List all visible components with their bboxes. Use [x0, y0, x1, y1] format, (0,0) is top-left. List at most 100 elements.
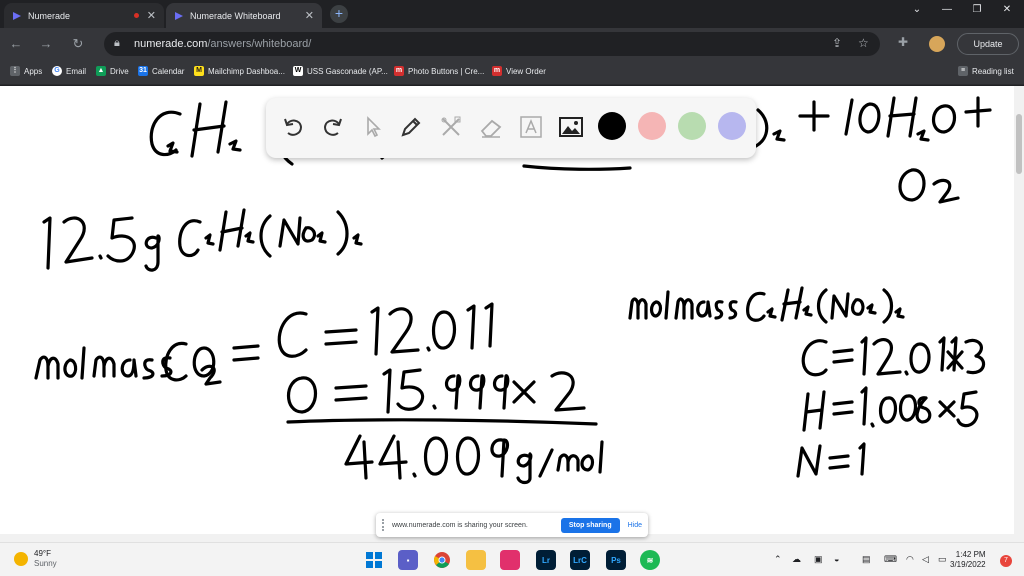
clock-date: 3/19/2022 [950, 560, 986, 569]
avatar[interactable] [929, 36, 945, 52]
bookmark-label: Drive [110, 66, 129, 76]
tab-label: Numerade [28, 10, 71, 21]
photos-icon[interactable] [500, 550, 520, 570]
temperature: 49°F [34, 549, 51, 558]
tab-search-icon[interactable]: ⌄ [902, 0, 932, 20]
select-pointer-icon[interactable] [358, 112, 388, 142]
url-text: numerade.com/answers/whiteboard/ [134, 38, 311, 50]
tray-app-icon[interactable]: ▤ [862, 554, 871, 565]
reading-list-label: Reading list [972, 66, 1014, 76]
drag-handle-icon[interactable] [382, 519, 386, 531]
undo-icon[interactable] [278, 112, 308, 142]
reload-icon[interactable]: ↻ [68, 35, 88, 53]
google-icon: G [52, 66, 62, 76]
bookmark-label: Calendar [152, 66, 185, 76]
color-swatch-green[interactable] [678, 112, 706, 140]
share-icon[interactable]: ⇪ [832, 36, 842, 50]
tab-numerade-whiteboard[interactable]: Numerade Whiteboard ✕ [166, 3, 322, 28]
apps-grid-icon: ⋮ [10, 66, 20, 76]
sharing-message: www.numerade.com is sharing your screen. [392, 521, 528, 529]
bookmark-email[interactable]: G Email [52, 66, 86, 76]
mailchimp-icon: M [194, 66, 204, 76]
m-icon: m [394, 66, 404, 76]
new-tab-button[interactable]: + [330, 5, 348, 23]
reading-list[interactable]: ≡ Reading list [958, 66, 1014, 76]
tab-label: Numerade Whiteboard [190, 10, 281, 21]
url-path: /answers/whiteboard/ [207, 38, 312, 50]
url-host: numerade.com [134, 38, 208, 50]
bookmark-label: Mailchimp Dashboa... [208, 66, 285, 76]
tray-app-icon[interactable]: ◒ [834, 554, 839, 564]
browser-toolbar: ← → ↻ 🔒︎ numerade.com/answers/whiteboard… [0, 28, 1024, 60]
extensions-puzzle-icon[interactable]: ✚ [898, 35, 908, 49]
bookmark-view-order[interactable]: m View Order [492, 66, 546, 76]
drive-icon: ▲ [96, 66, 106, 76]
weather-text: 49°F Sunny [34, 549, 57, 569]
color-swatch-red[interactable] [638, 112, 666, 140]
show-hidden-icons-icon[interactable]: ⌃ [774, 554, 782, 565]
lightroom-classic-icon[interactable]: LrC [570, 550, 590, 570]
file-explorer-icon[interactable] [466, 550, 486, 570]
address-bar[interactable]: 🔒︎ numerade.com/answers/whiteboard/ ⇪ ☆ [104, 32, 880, 56]
bookmark-calendar[interactable]: 31 Calendar [138, 66, 184, 76]
sun-icon [14, 552, 28, 566]
bookmark-star-icon[interactable]: ☆ [858, 36, 869, 50]
hide-button[interactable]: Hide [628, 522, 642, 529]
start-button[interactable] [364, 550, 384, 570]
image-icon[interactable] [556, 112, 586, 142]
reading-list-icon: ≡ [958, 66, 968, 76]
notification-badge[interactable]: 7 [1000, 555, 1012, 567]
weather-widget[interactable]: 49°F Sunny [14, 549, 57, 569]
restore-button[interactable]: ❐ [962, 0, 992, 20]
bookmark-uss-gasconade[interactable]: W USS Gasconade (AP... [293, 66, 388, 76]
system-clock[interactable]: 1:42 PM 3/19/2022 [950, 550, 986, 570]
tools-icon[interactable] [436, 112, 466, 142]
bookmark-drive[interactable]: ▲ Drive [96, 66, 129, 76]
close-tab-icon[interactable]: ✕ [147, 9, 156, 22]
wifi-icon[interactable]: ◠ [906, 554, 914, 565]
color-swatch-blue[interactable] [718, 112, 746, 140]
battery-icon[interactable]: ▭ [938, 554, 947, 565]
bookmarks-bar: ⋮ Apps G Email ▲ Drive 31 Calendar M Mai… [0, 60, 1024, 85]
lightroom-icon[interactable]: Lr [536, 550, 556, 570]
close-window-button[interactable]: ✕ [992, 0, 1022, 20]
eraser-icon[interactable] [476, 112, 506, 142]
forward-icon[interactable]: → [36, 35, 56, 53]
scrollbar-thumb[interactable] [1016, 114, 1022, 174]
pen-icon[interactable] [396, 112, 426, 142]
numerade-icon [175, 11, 183, 20]
color-swatch-black[interactable] [598, 112, 626, 140]
numerade-icon [13, 11, 21, 20]
text-tool-icon[interactable] [516, 112, 546, 142]
chrome-logo-icon [434, 552, 450, 568]
minimize-button[interactable]: — [932, 0, 962, 20]
bookmark-photo-buttons[interactable]: m Photo Buttons | Cre... [394, 66, 484, 76]
spotify-icon[interactable]: ≋ [640, 550, 660, 570]
bookmark-apps[interactable]: ⋮ Apps [10, 66, 42, 76]
vertical-scrollbar[interactable] [1014, 86, 1024, 542]
bookmark-label: Photo Buttons | Cre... [408, 66, 485, 76]
app-tray-icon[interactable]: ▣ [814, 554, 823, 565]
bookmark-mailchimp[interactable]: M Mailchimp Dashboa... [194, 66, 285, 76]
redo-icon[interactable] [318, 112, 348, 142]
bookmark-label: View Order [506, 66, 546, 76]
language-icon[interactable]: ⌨ [884, 554, 897, 565]
stop-sharing-button[interactable]: Stop sharing [560, 517, 620, 533]
bookmark-label: Email [66, 66, 87, 76]
screen-sharing-bar: www.numerade.com is sharing your screen.… [376, 513, 648, 537]
close-tab-icon[interactable]: ✕ [305, 9, 314, 22]
whiteboard-canvas[interactable] [0, 86, 1014, 542]
calendar-icon: 31 [138, 66, 148, 76]
tab-numerade[interactable]: Numerade ✕ [4, 3, 164, 28]
lock-icon[interactable]: 🔒︎ [114, 37, 120, 50]
teams-chat-icon[interactable]: ▪ [398, 550, 418, 570]
bookmark-label: USS Gasconade (AP... [307, 66, 388, 76]
back-icon[interactable]: ← [6, 35, 26, 53]
update-button[interactable]: Update [957, 33, 1019, 55]
cloud-icon[interactable]: ☁ [792, 554, 801, 565]
photoshop-icon[interactable]: Ps [606, 550, 626, 570]
clock-time: 1:42 PM [955, 550, 986, 559]
volume-icon[interactable]: ◁ [922, 554, 929, 565]
windows-taskbar: 49°F Sunny ▪ Lr LrC Ps ≋ ⌃ ☁ ▣ ◒ ▤ ⌨ ◠ ◁ … [0, 542, 1024, 576]
chrome-icon[interactable] [432, 550, 452, 570]
